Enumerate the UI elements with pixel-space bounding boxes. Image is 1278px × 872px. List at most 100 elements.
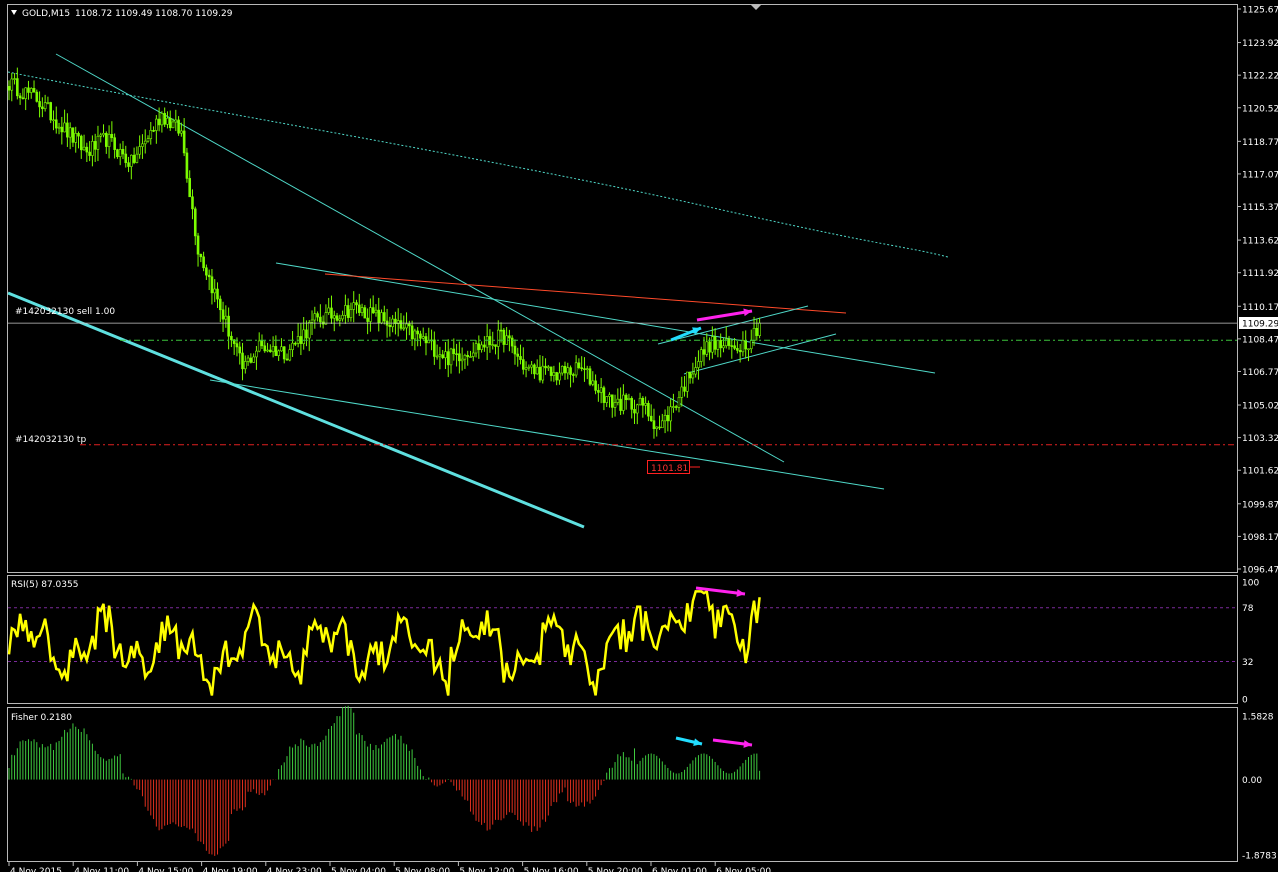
time-tick-label: 4 Nov 2015 (10, 867, 62, 872)
candle-body (163, 113, 166, 125)
candle-body (191, 196, 194, 210)
candle-body (380, 312, 383, 324)
candle-body (302, 329, 305, 344)
candle-body (677, 397, 681, 408)
rising-channel-top (657, 305, 809, 345)
candle-body (460, 358, 464, 362)
candle-body (138, 146, 141, 155)
candle-body (446, 351, 450, 366)
time-tick-label: 4 Nov 11:00 (74, 867, 129, 872)
candle-body (594, 380, 597, 391)
candle-body (88, 151, 91, 156)
candle-body (730, 345, 734, 347)
candle-body (444, 351, 447, 359)
time-tick-label: 5 Nov 08:00 (395, 867, 450, 872)
candle-body (10, 78, 14, 91)
candle-body (93, 141, 97, 150)
chart-window[interactable]: 1125.67 1123.92 1122.22 1120.52 1118.77 1117.… (0, 0, 1278, 872)
candle-body (638, 397, 642, 406)
candle-body (49, 102, 53, 121)
candle-body (663, 414, 667, 422)
candle-body (519, 356, 522, 360)
candle-body (496, 329, 500, 347)
candle-body (143, 140, 147, 145)
price-tick-label: 1105.02 (1242, 402, 1278, 412)
candle-body (371, 307, 375, 314)
candle-body (471, 352, 475, 357)
candle-body (124, 153, 128, 163)
candle-body (199, 253, 203, 258)
time-tick-label: 4 Nov 19:00 (203, 867, 258, 872)
candle-body (180, 130, 183, 134)
axis-labels: 1125.67 1123.92 1122.22 1120.52 1118.77 1117.… (8, 6, 1278, 872)
candle-body (335, 315, 339, 321)
time-tick-label: 6 Nov 01:00 (652, 867, 707, 872)
candle-body (155, 118, 158, 131)
candle-body (21, 97, 25, 100)
candle-body (257, 340, 261, 352)
fisher-pane[interactable] (8, 705, 761, 856)
candle-body (580, 367, 583, 369)
candle-body (288, 349, 292, 361)
candle-body (16, 78, 19, 97)
rsi-pane[interactable] (7, 586, 1237, 696)
fisher-level-label: -1.8783 (1242, 852, 1277, 862)
candle-body (441, 354, 444, 359)
price-tick-label: 1122.22 (1242, 72, 1278, 82)
fisher-level-label: 1.5828 (1242, 713, 1274, 723)
candle-body (146, 138, 150, 142)
candle-body (649, 415, 653, 422)
time-tick-label: 5 Nov 04:00 (331, 867, 386, 872)
candle-body (733, 345, 736, 349)
candle-body (227, 315, 230, 337)
candle-body (294, 342, 297, 345)
candle-body (533, 364, 536, 375)
candle-body (382, 312, 386, 322)
candle-body (494, 344, 497, 347)
candle-body (691, 373, 695, 379)
candle-body (363, 307, 367, 319)
candle-body (241, 352, 244, 370)
candle-body (282, 346, 286, 360)
candle-body (627, 398, 631, 401)
candle-body (741, 340, 745, 353)
candle-body (485, 336, 489, 348)
candle-body (630, 398, 634, 410)
candle-body (18, 95, 22, 99)
rsi-level-label: 100 (1242, 579, 1259, 589)
candle-body (135, 153, 139, 163)
current-price-value: 1109.29 (1242, 320, 1278, 330)
candle-body (68, 127, 72, 138)
order-label: #142032130 sell 1.00 (15, 307, 115, 317)
candle-body (619, 398, 622, 411)
candle-body (455, 353, 458, 356)
collapse-triangle-icon[interactable] (11, 10, 17, 15)
candle-body (608, 394, 611, 397)
candle-body (694, 367, 697, 375)
shift-marker-icon[interactable] (751, 5, 761, 10)
candle-body (107, 134, 111, 147)
falling-channel-bottom (209, 379, 885, 490)
candle-body (38, 101, 41, 108)
candle-body (538, 366, 542, 381)
candle-body (563, 365, 567, 374)
candle-body (547, 366, 550, 369)
candle-body (699, 349, 703, 362)
thick-support-line (7, 291, 585, 529)
candle-body (674, 406, 678, 408)
candle-body (644, 402, 647, 406)
candle-body (530, 364, 533, 368)
price-pane-frame (7, 4, 1238, 573)
candle-body (716, 340, 720, 350)
candle-body (182, 130, 186, 154)
candle-body (438, 354, 442, 357)
candle-body (149, 130, 153, 139)
price-pane[interactable] (7, 53, 1237, 529)
price-tick-label: 1108.47 (1242, 335, 1278, 345)
candle-body (193, 208, 197, 237)
candle-body (744, 340, 748, 350)
candle-body (433, 339, 436, 357)
candle-body (185, 152, 189, 179)
price-tick-label: 1113.62 (1242, 237, 1278, 247)
candle-body (305, 329, 308, 339)
